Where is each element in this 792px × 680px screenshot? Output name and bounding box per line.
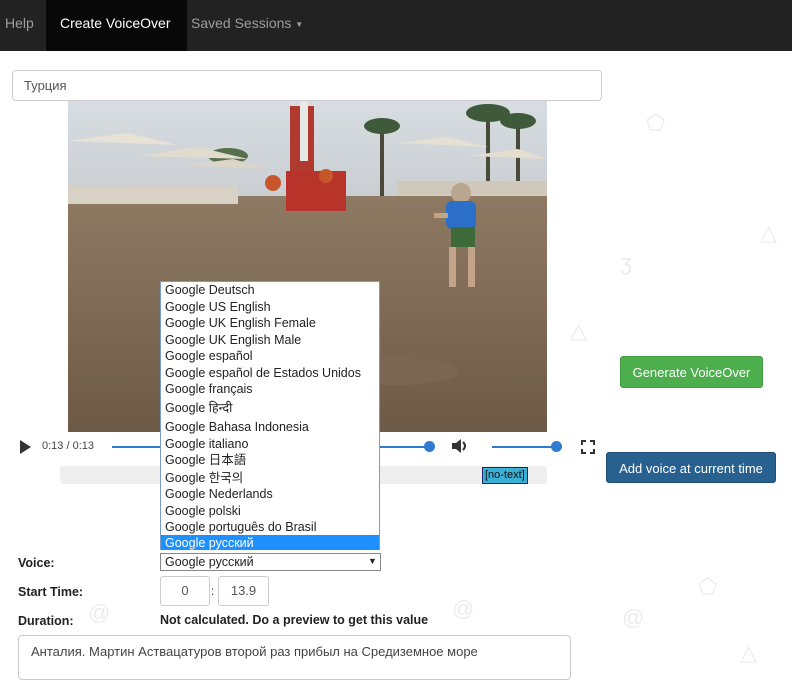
pentagon-doodle: ⬠ xyxy=(646,110,666,135)
start-minutes-input[interactable]: 0 xyxy=(160,576,210,606)
voice-select[interactable]: Google русский xyxy=(160,553,381,571)
session-title-input[interactable]: Турция xyxy=(12,70,602,101)
start-seconds-input[interactable]: 13.9 xyxy=(218,576,269,606)
seek-handle[interactable] xyxy=(424,441,435,452)
duration-label: Duration: xyxy=(18,614,74,628)
start-time-label: Start Time: xyxy=(18,585,84,599)
start-minutes-value: 0 xyxy=(181,583,189,598)
voice-option-selected[interactable]: Google русский xyxy=(161,535,379,550)
nav-create-label: Create VoiceOver xyxy=(60,15,171,31)
spiral-doodle: @ xyxy=(88,600,111,625)
fullscreen-icon[interactable] xyxy=(580,439,596,458)
caret-down-icon: ▼ xyxy=(295,19,304,29)
voice-select-value: Google русский xyxy=(165,555,254,569)
nav-create-voiceover[interactable]: Create VoiceOver xyxy=(46,0,187,51)
volume-handle[interactable] xyxy=(551,441,562,452)
voice-option[interactable]: Google 한국의 xyxy=(161,470,379,487)
voice-dropdown-list[interactable]: Google Deutsch Google US English Google … xyxy=(160,281,380,550)
voice-option[interactable]: Google Deutsch xyxy=(161,282,379,299)
spiral-doodle: @ xyxy=(622,605,645,630)
start-seconds-value: 13.9 xyxy=(230,583,257,598)
session-title-value: Турция xyxy=(24,78,67,93)
triangle-doodle: △ xyxy=(760,220,777,245)
add-voice-button[interactable]: Add voice at current time xyxy=(606,452,776,483)
time-separator: : xyxy=(211,584,215,598)
voice-option[interactable]: Google Bahasa Indonesia xyxy=(161,419,379,436)
pentagon-doodle: ⬠ xyxy=(698,574,718,599)
voice-option[interactable]: Google 日本語 xyxy=(161,452,379,469)
triangle-doodle: △ xyxy=(740,640,757,665)
triangle-doodle: △ xyxy=(570,318,587,343)
timeline-clip-marker[interactable]: [no-text] xyxy=(482,467,528,484)
nav-help-label: Help xyxy=(5,15,34,31)
voiceover-text-area[interactable]: Анталия. Мартин Аствацатуров второй раз … xyxy=(18,635,571,680)
voice-option[interactable]: Google español xyxy=(161,348,379,365)
voice-option[interactable]: Google UK English Male xyxy=(161,332,379,349)
voice-option[interactable]: Google português do Brasil xyxy=(161,519,379,536)
duration-value: Not calculated. Do a preview to get this… xyxy=(160,613,429,627)
squiggle-doodle: ʒ xyxy=(620,250,632,275)
nav-help[interactable]: Help xyxy=(0,0,39,51)
voice-label: Voice: xyxy=(18,556,55,570)
play-icon[interactable] xyxy=(20,440,31,454)
generate-voiceover-button[interactable]: Generate VoiceOver xyxy=(620,356,763,388)
volume-bar[interactable] xyxy=(492,446,556,448)
voice-option[interactable]: Google Nederlands xyxy=(161,486,379,503)
voice-option[interactable]: Google UK English Female xyxy=(161,315,379,332)
dropdown-arrow-icon[interactable]: ▼ xyxy=(368,556,377,566)
navbar: Help Create VoiceOver Saved Sessions ▼ xyxy=(0,0,792,51)
voice-option[interactable]: Google polski xyxy=(161,503,379,520)
voice-option[interactable]: Google español de Estados Unidos xyxy=(161,365,379,382)
voice-option[interactable]: Google français xyxy=(161,381,379,398)
voice-option[interactable]: Google US English xyxy=(161,299,379,316)
voice-option[interactable]: Google हिन्दी xyxy=(161,400,379,417)
nav-saved-sessions[interactable]: Saved Sessions ▼ xyxy=(186,0,308,51)
voiceover-text-value: Анталия. Мартин Аствацатуров второй раз … xyxy=(31,644,478,659)
spiral-doodle: @ xyxy=(452,596,475,621)
playback-time: 0:13 / 0:13 xyxy=(42,440,94,452)
nav-saved-label: Saved Sessions xyxy=(191,15,292,31)
voice-option[interactable]: Google italiano xyxy=(161,436,379,453)
volume-icon[interactable] xyxy=(450,436,470,459)
